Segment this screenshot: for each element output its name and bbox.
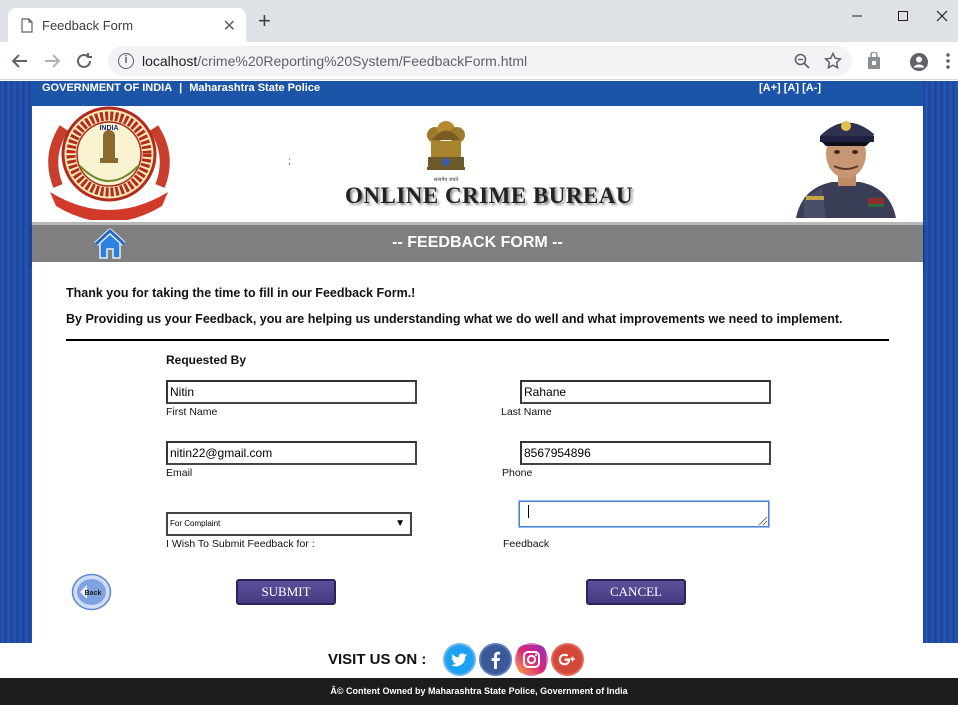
phone-label: Phone: [502, 467, 533, 479]
feedback-type-select[interactable]: For Complaint ▼: [166, 512, 412, 536]
maximize-icon[interactable]: [880, 4, 926, 28]
cancel-button[interactable]: CANCEL: [586, 579, 686, 605]
zoom-icon[interactable]: [794, 53, 810, 69]
back-button[interactable]: Back: [71, 573, 112, 611]
font-size-controls: [A+] [A] [A-]: [759, 82, 821, 94]
gov-india-label: GOVERNMENT OF INDIA: [42, 82, 173, 94]
window-close-icon[interactable]: [926, 4, 958, 28]
minimize-icon[interactable]: [834, 4, 880, 28]
new-tab-button[interactable]: +: [258, 10, 271, 32]
info-icon[interactable]: i: [118, 53, 134, 69]
gov-separator: |: [179, 82, 183, 94]
phone-field[interactable]: [520, 441, 771, 465]
intro-purpose-text: By Providing us your Feedback, you are h…: [66, 312, 843, 326]
text-caret: [528, 505, 529, 518]
social-footer: VISIT US ON :: [0, 643, 958, 678]
back-arrow-icon[interactable]: [9, 50, 31, 72]
instagram-icon[interactable]: [515, 643, 548, 676]
last-name-field[interactable]: [520, 380, 771, 404]
email-label: Email: [166, 467, 193, 479]
page-icon: [21, 18, 33, 33]
visit-us-label: VISIT US ON :: [328, 651, 427, 668]
section-divider: [66, 339, 889, 341]
forward-arrow-icon[interactable]: [41, 50, 63, 72]
browser-toolbar: i localhost/crime%20Reporting%20System/F…: [0, 42, 958, 80]
font-normal-link[interactable]: [A]: [784, 82, 799, 94]
brand-title: ONLINE CRIME BUREAU: [345, 183, 634, 208]
facebook-icon[interactable]: [479, 643, 512, 676]
requested-by-heading: Requested By: [166, 353, 247, 367]
last-name-label: Last Name: [501, 406, 552, 418]
form-title-bar: -- FEEDBACK FORM --: [32, 222, 923, 262]
font-increase-link[interactable]: [A+]: [759, 82, 781, 94]
feedback-content: Thank you for taking the time to fill in…: [32, 262, 923, 643]
svg-text:सत्यमेव जयते: सत्यमेव जयते: [434, 176, 459, 183]
submit-button[interactable]: SUBMIT: [236, 579, 336, 605]
feedback-label: Feedback: [503, 538, 550, 550]
form-title-text: -- FEEDBACK FORM --: [392, 234, 563, 251]
browser-tab[interactable]: Feedback Form ✕: [8, 8, 246, 42]
officer-photo: [782, 106, 910, 218]
stray-semicolon: ;: [288, 156, 291, 167]
cbi-logo: INDIA: [48, 106, 170, 220]
dropdown-arrow-icon: ▼: [395, 518, 405, 529]
site-header: INDIA ; सत्यमेव जयते ONLINE CRIME BUREAU: [32, 106, 923, 222]
feedback-type-label: I Wish To Submit Feedback for :: [166, 538, 315, 550]
government-bar: GOVERNMENT OF INDIA | Maharashtra State Po…: [32, 81, 923, 106]
url-text: localhost/crime%20Reporting%20System/Fee…: [142, 53, 528, 69]
national-emblem: सत्यमेव जयते: [427, 121, 465, 183]
reload-icon[interactable]: [73, 50, 95, 72]
resize-grip-icon[interactable]: [759, 517, 767, 525]
feedback-type-value: For Complaint: [170, 519, 221, 528]
browser-tab-strip: Feedback Form ✕ +: [0, 0, 958, 42]
twitter-icon[interactable]: [443, 643, 476, 676]
first-name-label: First Name: [166, 406, 218, 418]
state-police-label: Maharashtra State Police: [189, 82, 321, 94]
feedback-textarea[interactable]: [519, 501, 769, 527]
form-title: -- FEEDBACK FORM --: [32, 234, 923, 252]
close-tab-icon[interactable]: ✕: [223, 16, 236, 36]
address-bar[interactable]: i localhost/crime%20Reporting%20System/F…: [108, 46, 852, 76]
font-decrease-link[interactable]: [A-]: [802, 82, 821, 94]
svg-text:Back: Back: [85, 590, 102, 597]
tab-title: Feedback Form: [42, 18, 134, 33]
profile-icon[interactable]: [909, 52, 929, 72]
intro-thanks-text: Thank you for taking the time to fill in…: [66, 286, 416, 300]
menu-dots-icon[interactable]: [945, 52, 951, 70]
extension-bag-icon[interactable]: [865, 52, 883, 70]
first-name-field[interactable]: [166, 380, 417, 404]
google-plus-icon[interactable]: [551, 643, 584, 676]
email-field[interactable]: [166, 441, 417, 465]
copyright-bar: Â© Content Owned by Maharashtra State Po…: [0, 678, 958, 705]
bookmark-star-icon[interactable]: [824, 52, 842, 70]
